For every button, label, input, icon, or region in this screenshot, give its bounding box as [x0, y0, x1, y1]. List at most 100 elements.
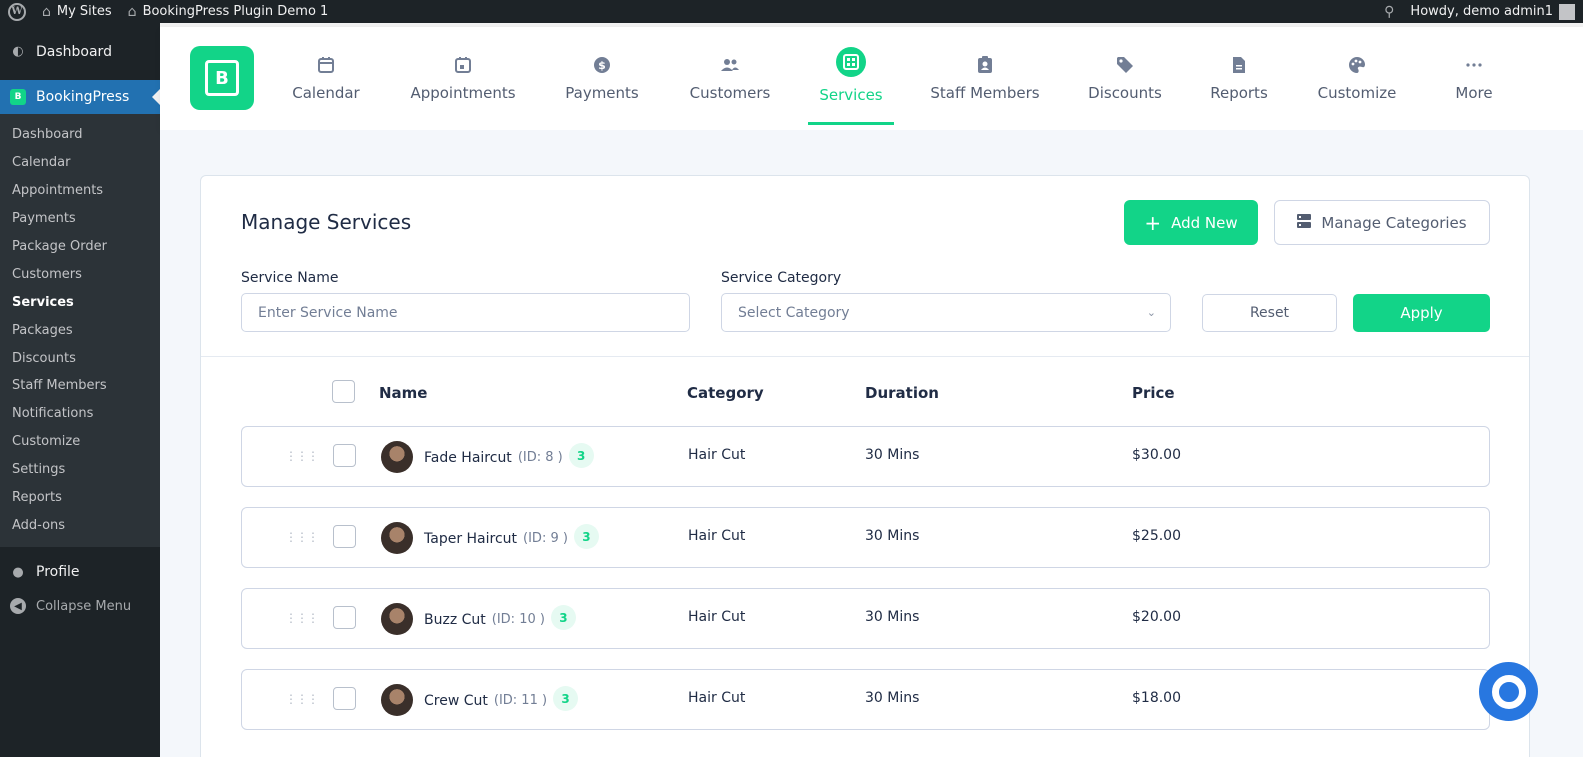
table-row[interactable]: ⋮⋮⋮ Fade Haircut (ID: 8 ) 3 Hair Cut 30 … — [241, 426, 1490, 487]
apply-button[interactable]: Apply — [1353, 294, 1490, 332]
price-cell: $20.00 — [1132, 609, 1181, 625]
palette-icon — [1347, 55, 1367, 75]
submenu-reports[interactable]: Reports — [0, 484, 160, 512]
plus-icon: + — [1144, 210, 1162, 235]
submenu-payments[interactable]: Payments — [0, 205, 160, 233]
submenu-add-ons[interactable]: Add-ons — [0, 511, 160, 539]
tab-label: Reports — [1210, 84, 1268, 102]
table-row[interactable]: ⋮⋮⋮ Taper Haircut (ID: 9 ) 3 Hair Cut 30… — [241, 507, 1490, 568]
tab-staff-members[interactable]: Staff Members — [930, 27, 1040, 130]
duration-cell: 30 Mins — [865, 690, 920, 706]
service-name[interactable]: Buzz Cut — [424, 612, 486, 628]
tab-customize[interactable]: Customize — [1316, 27, 1398, 130]
drag-handle-icon[interactable]: ⋮⋮⋮ — [285, 611, 319, 625]
service-id: (ID: 9 ) — [523, 531, 568, 546]
service-id: (ID: 10 ) — [491, 612, 545, 627]
row-checkbox[interactable] — [333, 444, 356, 467]
price-cell: $30.00 — [1132, 447, 1181, 463]
account-menu[interactable]: Howdy, demo admin1 — [1402, 0, 1583, 23]
lifebuoy-icon — [1491, 674, 1526, 709]
tab-label: More — [1455, 84, 1493, 102]
submenu-settings[interactable]: Settings — [0, 456, 160, 484]
tab-label: Staff Members — [930, 84, 1040, 102]
reset-button[interactable]: Reset — [1202, 294, 1337, 332]
submenu-packages[interactable]: Packages — [0, 316, 160, 344]
sidebar-item-label: Profile — [36, 564, 80, 581]
service-name-input[interactable]: Enter Service Name — [241, 293, 690, 332]
table-row[interactable]: ⋮⋮⋮ Buzz Cut (ID: 10 ) 3 Hair Cut 30 Min… — [241, 588, 1490, 649]
price-cell: $25.00 — [1132, 528, 1181, 544]
table-row[interactable]: ⋮⋮⋮ Crew Cut (ID: 11 ) 3 Hair Cut 30 Min… — [241, 669, 1490, 730]
manage-categories-button[interactable]: Manage Categories — [1274, 200, 1490, 245]
select-all-checkbox[interactable] — [332, 380, 355, 403]
sidebar-item-bookingpress[interactable]: B BookingPress — [0, 80, 160, 114]
active-tab-indicator — [808, 122, 894, 125]
row-checkbox[interactable] — [333, 687, 356, 710]
filter-divider — [201, 356, 1529, 357]
tab-more[interactable]: More — [1444, 27, 1504, 130]
sidebar-item-dashboard[interactable]: ◐ Dashboard — [0, 23, 160, 80]
tab-calendar[interactable]: Calendar — [286, 27, 366, 130]
add-new-button[interactable]: + Add New — [1124, 200, 1258, 245]
bookingpress-submenu: Dashboard Calendar Appointments Payments… — [0, 114, 160, 548]
bookingpress-logo[interactable]: B — [190, 46, 254, 110]
column-header-name[interactable]: Name — [379, 384, 427, 402]
service-name-label: Service Name — [241, 270, 339, 286]
service-category-select[interactable]: Select Category ⌄ — [721, 293, 1171, 332]
column-header-price[interactable]: Price — [1132, 384, 1175, 402]
site-name-menu[interactable]: ⌂ BookingPress Plugin Demo 1 — [120, 0, 337, 23]
column-header-duration[interactable]: Duration — [865, 384, 939, 402]
tab-payments[interactable]: $ Payments — [562, 27, 642, 130]
service-category-label: Service Category — [721, 270, 842, 286]
submenu-customers[interactable]: Customers — [0, 260, 160, 288]
submenu-dashboard[interactable]: Dashboard — [0, 121, 160, 149]
column-header-category[interactable]: Category — [687, 384, 764, 402]
submenu-appointments[interactable]: Appointments — [0, 177, 160, 205]
row-checkbox[interactable] — [333, 525, 356, 548]
submenu-discounts[interactable]: Discounts — [0, 344, 160, 372]
my-sites-menu[interactable]: ⌂ My Sites — [34, 0, 120, 23]
submenu-package-order[interactable]: Package Order — [0, 233, 160, 261]
service-name[interactable]: Crew Cut — [424, 693, 488, 709]
tab-services[interactable]: Services — [808, 27, 894, 130]
categories-icon — [1297, 213, 1312, 232]
manage-categories-label: Manage Categories — [1321, 213, 1467, 232]
service-avatar — [381, 603, 413, 635]
staff-count-badge: 3 — [550, 605, 576, 630]
report-icon — [1229, 55, 1249, 75]
staff-count-badge: 3 — [573, 524, 599, 549]
duration-cell: 30 Mins — [865, 447, 920, 463]
users-icon — [720, 55, 740, 75]
add-new-label: Add New — [1171, 213, 1238, 232]
services-icon — [836, 47, 866, 77]
site-name-label: BookingPress Plugin Demo 1 — [142, 4, 329, 19]
price-cell: $18.00 — [1132, 690, 1181, 706]
tab-label: Discounts — [1088, 84, 1162, 102]
help-chat-button[interactable] — [1479, 662, 1538, 721]
admin-sidebar: ◐ Dashboard B BookingPress Dashboard Cal… — [0, 23, 160, 757]
submenu-services[interactable]: Services — [0, 288, 160, 316]
sites-icon: ⌂ — [42, 3, 51, 20]
service-name[interactable]: Fade Haircut — [424, 450, 512, 466]
submenu-notifications[interactable]: Notifications — [0, 400, 160, 428]
search-toggle[interactable]: ⚲ — [1376, 0, 1402, 23]
wp-logo-menu[interactable]: W — [0, 0, 34, 23]
submenu-calendar[interactable]: Calendar — [0, 149, 160, 177]
tab-customers[interactable]: Customers — [686, 27, 774, 130]
collapse-icon: ◀ — [10, 598, 26, 615]
collapse-menu-button[interactable]: ◀ Collapse Menu — [0, 589, 160, 623]
tab-reports[interactable]: Reports — [1206, 27, 1272, 130]
tab-appointments[interactable]: Appointments — [410, 27, 516, 130]
drag-handle-icon[interactable]: ⋮⋮⋮ — [285, 692, 319, 706]
tab-discounts[interactable]: Discounts — [1084, 27, 1166, 130]
submenu-staff-members[interactable]: Staff Members — [0, 372, 160, 400]
collapse-label: Collapse Menu — [36, 598, 132, 614]
wordpress-icon: W — [8, 2, 26, 21]
drag-handle-icon[interactable]: ⋮⋮⋮ — [285, 449, 319, 463]
service-name[interactable]: Taper Haircut — [424, 531, 517, 547]
current-menu-arrow — [152, 89, 160, 105]
drag-handle-icon[interactable]: ⋮⋮⋮ — [285, 530, 319, 544]
submenu-customize[interactable]: Customize — [0, 428, 160, 456]
sidebar-item-profile[interactable]: ● Profile — [0, 555, 160, 589]
row-checkbox[interactable] — [333, 606, 356, 629]
